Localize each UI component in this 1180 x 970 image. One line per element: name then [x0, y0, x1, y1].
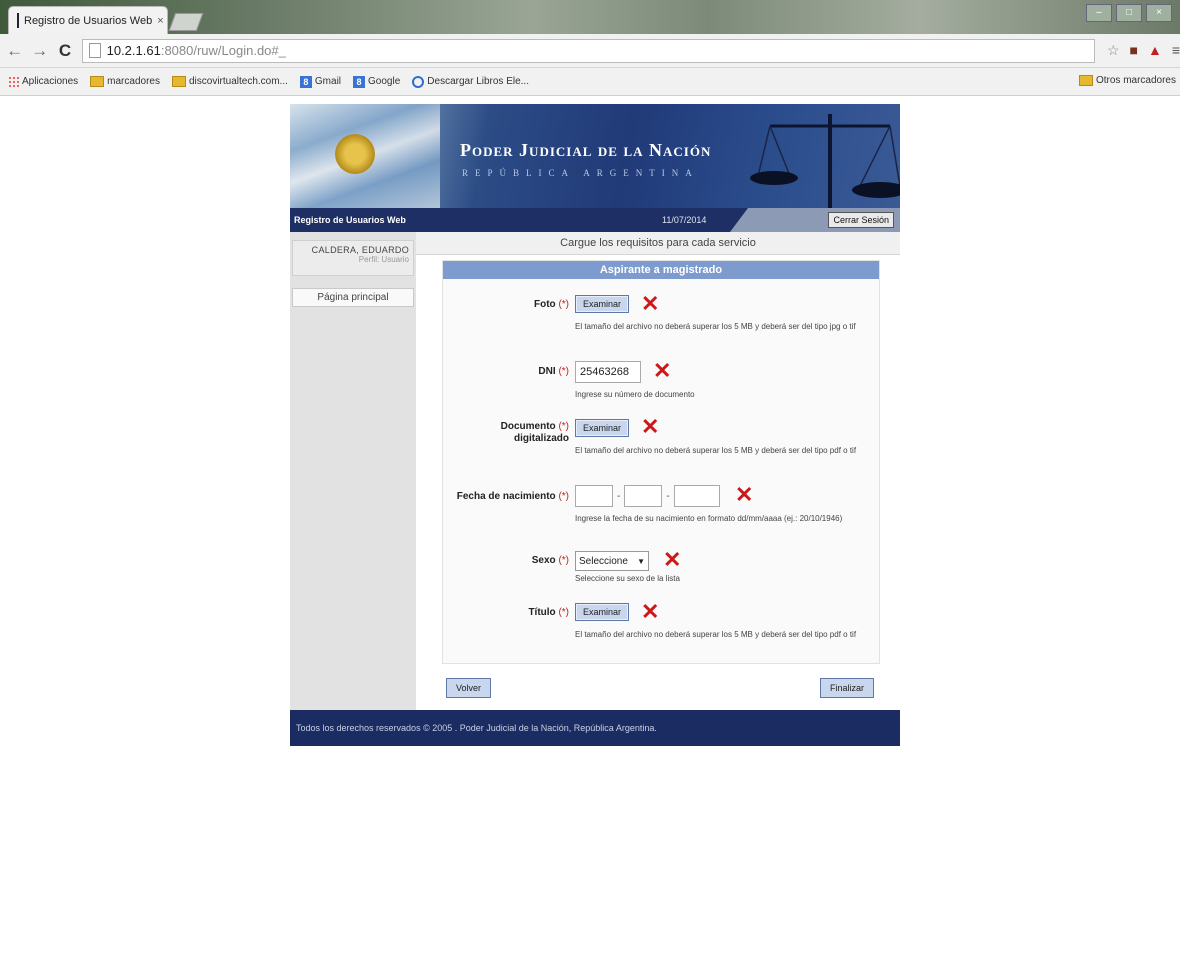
form-title: Aspirante a magistrado	[443, 261, 879, 279]
titulo-browse-button[interactable]: Examinar	[575, 603, 630, 621]
bookmark-google[interactable]: 8 Google	[353, 75, 400, 88]
window-controls: – □ ×	[1086, 4, 1172, 22]
maximize-button[interactable]: □	[1116, 4, 1142, 22]
titulo-hint: El tamaño del archivo no deberá superar …	[575, 630, 857, 639]
tab-close-icon[interactable]: ×	[157, 15, 163, 27]
minimize-button[interactable]: –	[1086, 4, 1112, 22]
address-toolbar: ← → C 10.2.1.61:8080/ruw/Login.do#_ ☆ ■ …	[0, 34, 1180, 68]
dni-label: DNI (*)	[538, 366, 569, 377]
app-subbar: Registro de Usuarios Web 11/07/2014 Cerr…	[290, 208, 900, 232]
sexo-hint: Seleccione su sexo de la lista	[575, 574, 680, 583]
site-container: Poder Judicial de la Nación REPÚBLICA AR…	[290, 104, 900, 746]
foto-hint: El tamaño del archivo no deberá superar …	[575, 322, 856, 331]
toolbar-icons: ☆ ■ ▲ ≡	[1107, 42, 1180, 59]
foto-label: Foto (*)	[534, 299, 569, 310]
documento-label: Documento (*) digitalizado	[500, 421, 569, 444]
foto-browse-button[interactable]: Examinar	[575, 295, 630, 313]
sexo-label: Sexo (*)	[531, 555, 569, 566]
bookmark-apps[interactable]: Aplicaciones	[8, 76, 78, 87]
url-bar[interactable]: 10.2.1.61:8080/ruw/Login.do#_	[81, 38, 1095, 63]
fecha-label: Fecha de nacimiento (*)	[456, 491, 569, 502]
sexo-select[interactable]: Seleccione ▼	[575, 551, 649, 571]
bookmark-discovirtualtech[interactable]: discovirtualtech.com...	[171, 76, 288, 87]
user-box: CALDERA, EDUARDO Perfil: Usuario	[292, 240, 414, 276]
content-area: CALDERA, EDUARDO Perfil: Usuario Página …	[290, 232, 900, 710]
documento-browse-button[interactable]: Examinar	[575, 419, 630, 437]
form-actions: Volver Finalizar	[442, 678, 878, 702]
folder-icon	[1078, 75, 1093, 86]
reload-icon[interactable]: C	[56, 41, 73, 61]
globe-icon	[412, 75, 425, 88]
page-title: Cargue los requisitos para cada servicio	[416, 232, 900, 255]
birth-month-input[interactable]	[624, 485, 663, 507]
menu-icon[interactable]: ≡	[1172, 42, 1180, 59]
fecha-hint: Ingrese la fecha de su nacimiento en for…	[575, 514, 843, 523]
forward-arrow-icon[interactable]: →	[31, 41, 48, 61]
tab-title: Registro de Usuarios Web	[24, 14, 153, 27]
star-icon[interactable]: ☆	[1107, 42, 1120, 59]
scales-of-justice-icon	[750, 114, 900, 208]
birth-day-input[interactable]	[575, 485, 613, 507]
extension-icon[interactable]: ■	[1130, 42, 1138, 59]
dni-input[interactable]	[575, 361, 641, 383]
bookmark-gmail[interactable]: 8 Gmail	[299, 75, 341, 88]
pdf-icon[interactable]: ▲	[1148, 42, 1162, 59]
bookmark-marcadores[interactable]: marcadores	[90, 76, 160, 87]
bookmark-libros[interactable]: Descargar Libros Ele...	[412, 75, 529, 88]
folder-icon	[171, 76, 186, 87]
documento-hint: El tamaño del archivo no deberá superar …	[575, 446, 857, 455]
documento-invalid-icon: ✕	[641, 414, 660, 439]
site-favicon-icon	[17, 13, 19, 28]
bookmark-other[interactable]: Otros marcadores	[1078, 75, 1176, 86]
dropdown-caret-icon: ▼	[637, 556, 645, 566]
bookmarks-bar: Aplicaciones marcadores discovirtualtech…	[0, 68, 1180, 96]
back-button[interactable]: Volver	[446, 678, 492, 698]
user-name: CALDERA, EDUARDO	[311, 245, 409, 255]
window-titlebar: Registro de Usuarios Web × – □ ×	[0, 0, 1180, 34]
new-tab-button[interactable]	[168, 13, 204, 31]
banner-title: Poder Judicial de la Nación	[460, 140, 712, 160]
back-arrow-icon[interactable]: ←	[6, 41, 23, 61]
sun-emblem-icon	[335, 134, 375, 174]
foto-invalid-icon: ✕	[641, 291, 660, 316]
fecha-invalid-icon: ✕	[735, 482, 754, 507]
browser-tab[interactable]: Registro de Usuarios Web ×	[8, 6, 168, 34]
header-banner: Poder Judicial de la Nación REPÚBLICA AR…	[290, 104, 900, 208]
sexo-invalid-icon: ✕	[663, 547, 682, 572]
apps-icon	[8, 76, 19, 87]
dni-invalid-icon: ✕	[653, 358, 672, 383]
url-text: 10.2.1.61:8080/ruw/Login.do#_	[106, 43, 286, 58]
sidebar-item-home[interactable]: Página principal	[292, 288, 414, 307]
titulo-label: Título (*)	[528, 607, 569, 618]
logout-button[interactable]: Cerrar Sesión	[828, 212, 894, 228]
application-form: Aspirante a magistrado Foto (*) Examinar…	[442, 260, 880, 664]
titulo-invalid-icon: ✕	[641, 599, 660, 624]
close-window-button[interactable]: ×	[1146, 4, 1172, 22]
birthdate-inputs: - -	[575, 485, 720, 507]
current-date: 11/07/2014	[662, 215, 707, 225]
g-icon: 8	[353, 75, 366, 88]
app-name: Registro de Usuarios Web	[294, 215, 406, 225]
dni-hint: Ingrese su número de documento	[575, 390, 695, 399]
folder-icon	[90, 76, 105, 87]
birth-year-input[interactable]	[673, 485, 720, 507]
page-footer: Todos los derechos reservados © 2005 . P…	[290, 710, 900, 746]
main-panel: Cargue los requisitos para cada servicio…	[416, 232, 900, 710]
page-icon	[88, 43, 101, 58]
sidebar: CALDERA, EDUARDO Perfil: Usuario Página …	[290, 232, 416, 710]
banner-subtitle: REPÚBLICA ARGENTINA	[462, 168, 699, 178]
g-icon: 8	[299, 75, 312, 88]
user-profile: Perfil: Usuario	[358, 255, 409, 264]
finish-button[interactable]: Finalizar	[819, 678, 874, 698]
